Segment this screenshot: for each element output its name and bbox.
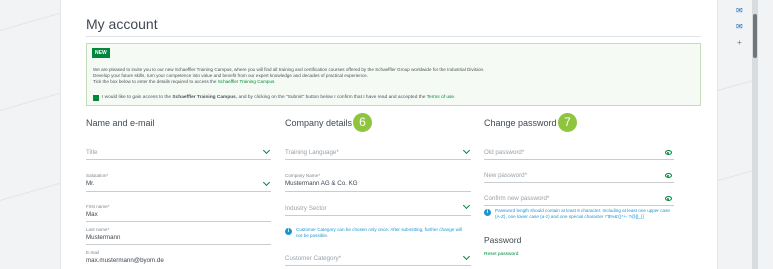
chevron-down-icon[interactable] [262,146,271,155]
first-name-underline [86,221,271,222]
password-section-heading: Change password [484,118,557,128]
customer-category-underline [285,265,471,266]
customer-category-select[interactable]: Customer Category* [285,255,341,262]
eye-icon[interactable] [665,150,672,155]
email-label: E-mail [86,250,100,255]
salutation-select[interactable]: Mr. [86,180,95,187]
new-password-input[interactable]: New password* [484,172,527,179]
scrollbar-thumb[interactable] [753,14,757,58]
mail-icon[interactable]: ✉ [736,22,743,31]
page-title: My account [86,16,158,32]
password-subheading: Password [484,235,522,245]
chevron-down-icon[interactable] [462,146,471,155]
consent-label: I would like to gain access to the Schae… [102,95,455,100]
info-icon: i [484,209,491,216]
background-line [717,78,757,91]
background-line [0,10,68,31]
consent-middle: , and by clicking on the "Submit" button… [235,95,427,100]
old-password-underline [484,159,674,160]
salutation-underline [86,191,271,192]
title-underline [86,159,271,160]
password-rules: Password length should contain at least … [495,208,670,219]
company-name-input[interactable]: Mustermann AG & Co. KG [285,180,358,187]
old-password-input[interactable]: Old password* [484,149,524,156]
salutation-label: Salutation* [86,173,109,178]
industry-sector-underline [285,215,471,216]
new-badge: NEW [92,48,110,58]
mail-icon[interactable]: ✉ [736,6,743,15]
info-icon: i [285,228,292,235]
notice-line-1: We are pleased to invite you to our new … [93,67,485,72]
reset-password-link[interactable]: Reset password [484,252,518,257]
customer-category-info: Customer Category can be chosen only onc… [296,227,462,238]
consent-checkbox[interactable] [93,95,99,101]
last-name-label: Last name* [86,227,110,232]
consent-campus: Schaeffler Training Campus [172,95,236,100]
industry-sector-select[interactable]: Industry Sector [285,205,327,212]
chevron-down-icon[interactable] [262,178,271,187]
training-language-select[interactable]: Training Language* [285,149,339,156]
new-password-underline [484,182,674,183]
company-name-underline [285,191,471,192]
notice-line-2: Develop your future skills, turn your co… [93,73,369,78]
last-name-input[interactable]: Mustermann [86,234,120,241]
notice-line-3: Tick the box below to enter the details … [93,79,276,84]
first-name-label: First name* [86,204,110,209]
chevron-down-icon[interactable] [462,252,471,261]
company-name-label: Company Name* [285,173,320,178]
terms-link[interactable]: Terms of use. [427,95,456,100]
consent-prefix: I would like to gain access to the [102,95,173,100]
email-field[interactable]: max.mustermann@byom.de [86,257,164,264]
chevron-down-icon[interactable] [462,201,471,210]
title-divider [86,36,701,37]
training-language-underline [285,159,471,160]
plus-icon[interactable]: + [737,38,742,47]
step-7-badge: 7 [558,113,577,132]
name-section-heading: Name and e-mail [86,118,155,128]
step-6-badge: 6 [353,113,372,132]
first-name-input[interactable]: Max [86,211,98,218]
last-name-underline [86,244,271,245]
background-line [0,90,68,111]
title-select[interactable]: Title [86,149,97,156]
confirm-password-underline [484,205,674,206]
training-campus-notice: NEW We are pleased to invite you to our … [86,43,701,106]
confirm-password-input[interactable]: Confirm new password* [484,195,549,202]
account-page: My account NEW We are pleased to invite … [60,0,718,269]
background-line [0,180,68,201]
eye-icon[interactable] [665,196,672,201]
campus-link[interactable]: Schaeffler Training Campus. [218,79,276,84]
company-section-heading: Company details [285,118,353,128]
notice-line-3-text: Tick the box below to enter the details … [93,79,218,84]
eye-icon[interactable] [665,173,672,178]
background-line [717,168,757,181]
